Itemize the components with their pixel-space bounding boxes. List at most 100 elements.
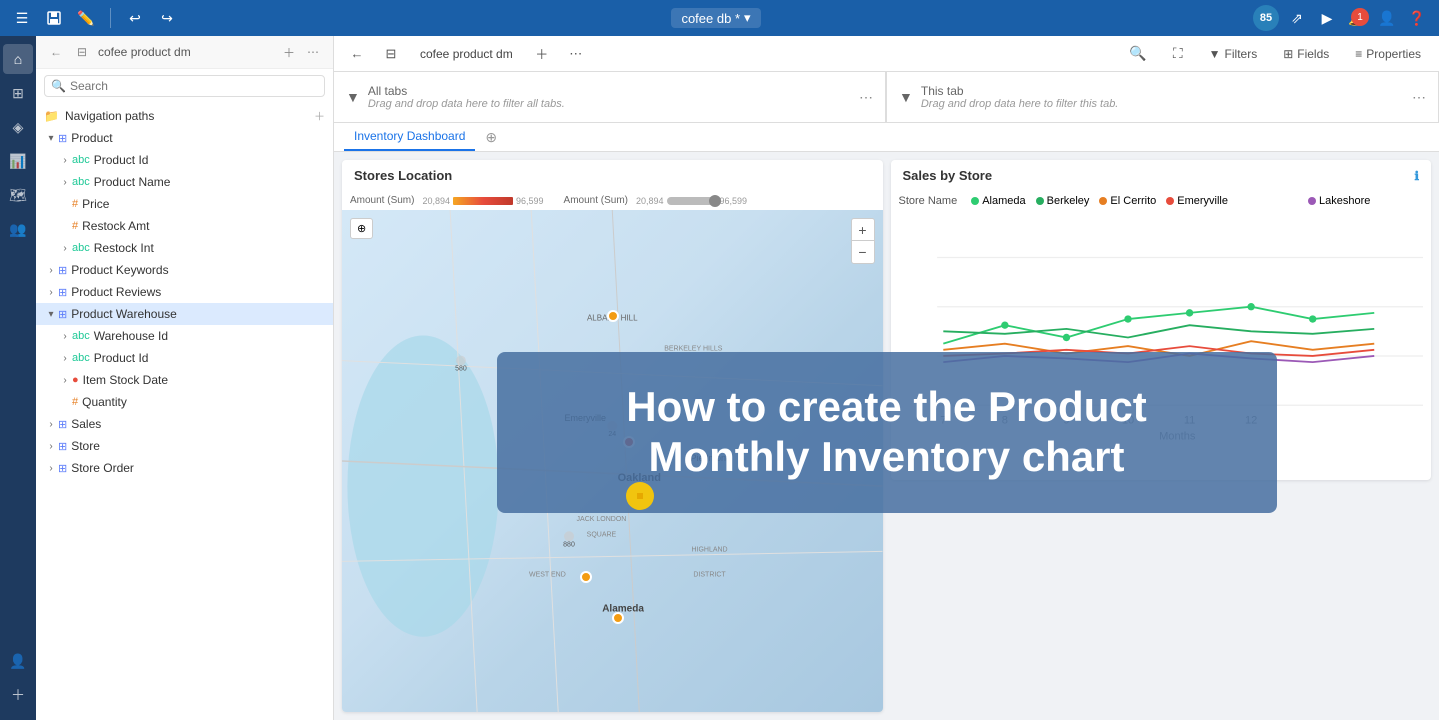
tree-label: Product Name — [94, 175, 327, 189]
add-nav-btn[interactable]: ＋ — [314, 108, 325, 124]
tree-toggle[interactable]: ▾ — [44, 131, 58, 145]
add-tab-btn[interactable]: ＋ — [529, 41, 555, 67]
nav-paths-item[interactable]: 📁 Navigation paths ＋ — [36, 105, 333, 127]
tree-item-product[interactable]: ▾ ⊞ Product — [36, 127, 333, 149]
user-count-badge[interactable]: 85 — [1253, 5, 1279, 31]
add-item-btn[interactable]: ＋ — [279, 42, 299, 62]
search-input[interactable] — [70, 79, 318, 93]
fields-btn[interactable]: ⊞ Fields — [1275, 44, 1337, 64]
tree-item-warehouse-product-id[interactable]: › abc Product Id — [36, 347, 333, 369]
more-btn[interactable]: ⋯ — [303, 42, 323, 62]
tree-item-product-id[interactable]: › abc Product Id — [36, 149, 333, 171]
tree-label: Item Stock Date — [83, 373, 327, 387]
tree-toggle[interactable]: › — [58, 329, 72, 343]
tree-label: Restock Amt — [82, 219, 327, 233]
svg-text:HIGHLAND: HIGHLAND — [691, 546, 727, 553]
sidebar-add[interactable]: ＋ — [3, 680, 33, 710]
tree-item-product-warehouse[interactable]: ▾ ⊞ Product Warehouse — [36, 303, 333, 325]
string-icon: abc — [72, 176, 90, 188]
properties-btn[interactable]: ≡ Properties — [1347, 44, 1429, 64]
tree-label: Product Id — [94, 153, 327, 167]
string-icon: abc — [72, 330, 90, 342]
tree-item-store-order[interactable]: › ⊞ Store Order — [36, 457, 333, 479]
filter-more-btn[interactable]: ⋯ — [859, 89, 873, 106]
map-layers-btn[interactable]: ⊕ — [350, 218, 373, 239]
tree-item-item-stock-date[interactable]: › ● Item Stock Date — [36, 369, 333, 391]
tab-inventory-dashboard[interactable]: Inventory Dashboard — [344, 123, 475, 151]
tree-item-price[interactable]: › # Price — [36, 193, 333, 215]
zoom-fit-icon: 🔍 — [1129, 45, 1146, 62]
fields-label: Fields — [1297, 47, 1329, 61]
tree-item-product-name[interactable]: › abc Product Name — [36, 171, 333, 193]
tree-toggle[interactable]: › — [58, 175, 72, 189]
redo-icon[interactable]: ↪ — [155, 6, 179, 30]
this-tab-filter[interactable]: ▼ This tab Drag and drop data here to fi… — [887, 72, 1439, 122]
zoom-in-btn[interactable]: + — [852, 219, 874, 241]
drop-zone-all: Drag and drop data here to filter all ta… — [368, 98, 565, 110]
string-icon: abc — [72, 242, 90, 254]
tree-item-warehouse-id[interactable]: › abc Warehouse Id — [36, 325, 333, 347]
el-cerrito-label: El Cerrito — [1110, 195, 1156, 207]
tree-toggle[interactable]: ▾ — [44, 307, 58, 321]
sidebar-charts[interactable]: 📊 — [3, 146, 33, 176]
help-icon[interactable]: ❓ — [1405, 6, 1429, 30]
filters-btn[interactable]: ▼ Filters — [1201, 44, 1266, 64]
tutorial-text: How to create the Product Monthly Invent… — [557, 382, 1217, 483]
back-btn[interactable]: ← — [46, 42, 66, 62]
tree-toggle[interactable]: › — [58, 373, 72, 387]
toolbar-grid-btn[interactable]: ⊟ — [378, 41, 404, 67]
tree-item-restock-int[interactable]: › abc Restock Int — [36, 237, 333, 259]
sidebar-user[interactable]: 👤 — [3, 646, 33, 676]
top-bar: ☰ ✏️ ↩ ↪ cofee db * ▾ 85 ⇗ ▶ 🔔 1 👤 ❓ — [0, 0, 1439, 36]
all-tabs-filter[interactable]: ▼ All tabs Drag and drop data here to fi… — [334, 72, 886, 122]
tree-item-sales[interactable]: › ⊞ Sales — [36, 413, 333, 435]
sidebar-people[interactable]: 👥 — [3, 214, 33, 244]
alameda-label: Alameda — [982, 195, 1025, 207]
zoom-out-btn[interactable]: − — [852, 241, 874, 263]
tree-toggle[interactable]: › — [44, 263, 58, 277]
fullscreen-icon: ⛶ — [1173, 45, 1183, 62]
tree-toggle[interactable]: › — [44, 461, 58, 475]
undo-icon[interactable]: ↩ — [123, 6, 147, 30]
store-legend-lakeshore: Lakeshore — [1308, 195, 1370, 207]
lakeshore-label: Lakeshore — [1319, 195, 1370, 207]
sidebar-map[interactable]: 🗺 — [3, 180, 33, 210]
presentation-icon[interactable]: ▶ — [1315, 6, 1339, 30]
zoom-fit-btn[interactable]: 🔍 — [1121, 42, 1154, 65]
table-icon: ⊞ — [58, 286, 67, 299]
toolbar-back-btn[interactable]: ← — [344, 41, 370, 67]
fullscreen-btn[interactable]: ⛶ — [1165, 42, 1191, 65]
search-box: 🔍 — [44, 75, 325, 97]
tree-toggle[interactable]: › — [44, 285, 58, 299]
more-tab-btn[interactable]: ⋯ — [563, 41, 589, 67]
dashboard-tabs: Inventory Dashboard ⊕ — [334, 123, 1439, 152]
tree-item-restock-amt[interactable]: › # Restock Amt — [36, 215, 333, 237]
add-dashboard-tab-btn[interactable]: ⊕ — [479, 125, 503, 150]
sidebar-search[interactable]: ◈ — [3, 112, 33, 142]
tree-item-store[interactable]: › ⊞ Store — [36, 435, 333, 457]
menu-icon[interactable]: ☰ — [10, 6, 34, 30]
map-legend: Amount (Sum) 20,894 96,599 Amount (Sum) … — [342, 191, 883, 210]
share-icon[interactable]: ⇗ — [1285, 6, 1309, 30]
tree-toggle[interactable]: › — [58, 153, 72, 167]
sidebar-home[interactable]: ⌂ — [3, 44, 33, 74]
tree-toggle[interactable]: › — [44, 417, 58, 431]
profile-icon[interactable]: 👤 — [1375, 6, 1399, 30]
save-icon[interactable] — [42, 6, 66, 30]
data-panel-menu[interactable]: ⊟ — [72, 42, 92, 62]
sidebar-data[interactable]: ⊞ — [3, 78, 33, 108]
tree-toggle[interactable]: › — [58, 241, 72, 255]
filter-labels: All tabs Drag and drop data here to filt… — [368, 84, 565, 110]
filter-more-btn[interactable]: ⋯ — [1412, 89, 1426, 106]
filter-strip: ▼ All tabs Drag and drop data here to fi… — [334, 72, 1439, 123]
tree-item-product-keywords[interactable]: › ⊞ Product Keywords — [36, 259, 333, 281]
tree-toggle[interactable]: › — [44, 439, 58, 453]
tree-toggle[interactable]: › — [58, 351, 72, 365]
tree-item-quantity[interactable]: › # Quantity — [36, 391, 333, 413]
edit-icon[interactable]: ✏️ — [74, 6, 98, 30]
db-name: cofee db * — [681, 11, 740, 26]
tree-label: Restock Int — [94, 241, 327, 255]
db-selector[interactable]: cofee db * ▾ — [671, 8, 760, 28]
tree-item-product-reviews[interactable]: › ⊞ Product Reviews — [36, 281, 333, 303]
tree-label: Sales — [71, 417, 327, 431]
